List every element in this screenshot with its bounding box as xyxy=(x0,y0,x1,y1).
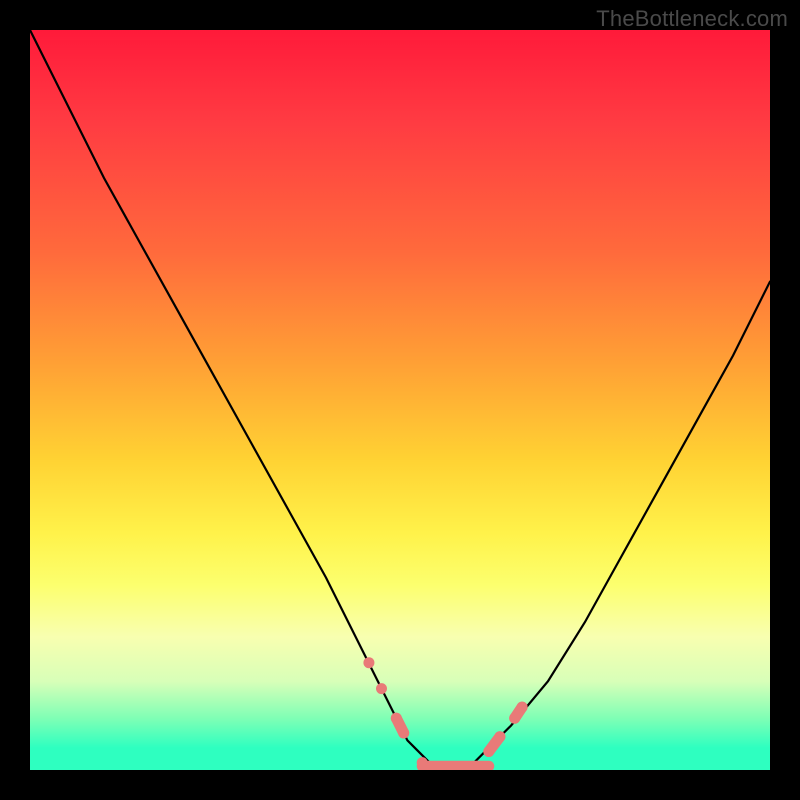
curve-marker xyxy=(417,757,428,768)
watermark-text: TheBottleneck.com xyxy=(596,6,788,32)
bottleneck-curve xyxy=(30,30,770,770)
curve-marker-segment xyxy=(396,718,403,733)
curve-marker-segment xyxy=(515,707,522,718)
curve-marker xyxy=(376,683,387,694)
plot-area xyxy=(30,30,770,770)
curve-marker-segment xyxy=(489,737,500,752)
curve-line xyxy=(30,30,770,770)
curve-marker xyxy=(363,657,374,668)
chart-frame: TheBottleneck.com xyxy=(0,0,800,800)
